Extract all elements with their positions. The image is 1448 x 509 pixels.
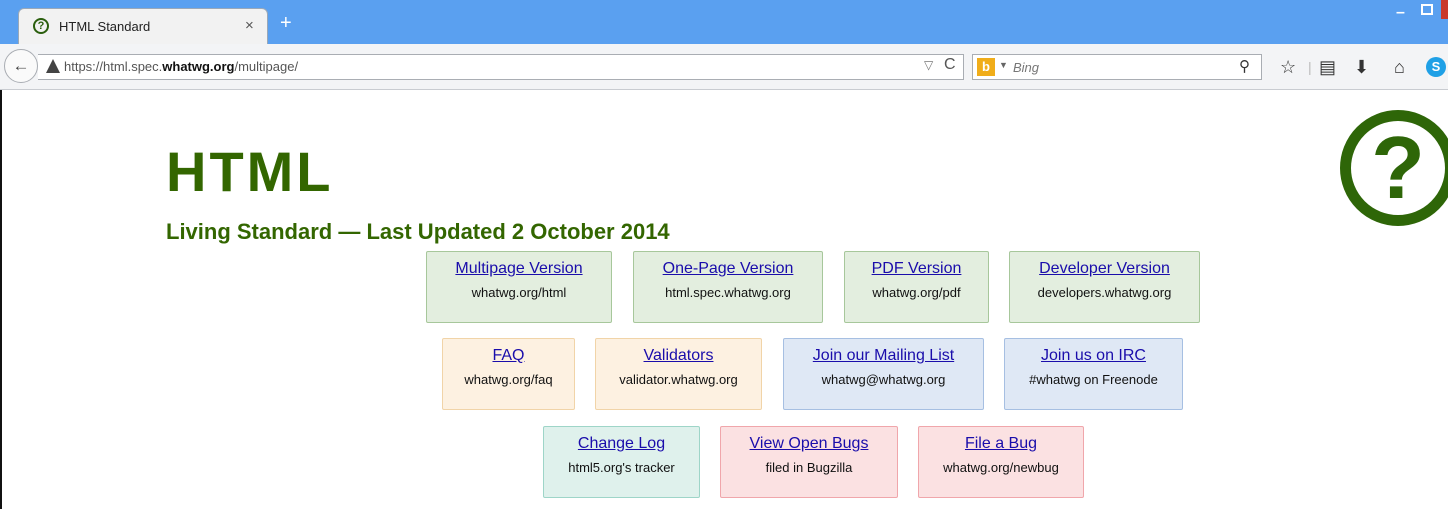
link-box-pdf: PDF Version whatwg.org/pdf	[844, 251, 989, 323]
link-box-multipage: Multipage Version whatwg.org/html	[426, 251, 612, 323]
reading-list-icon[interactable]: ▤	[1319, 58, 1336, 76]
link-box-change-log: Change Log html5.org's tracker	[543, 426, 700, 498]
page-title: HTML	[166, 140, 334, 203]
link-box-file-bug: File a Bug whatwg.org/newbug	[918, 426, 1084, 498]
mailing-list-link[interactable]: Join our Mailing List	[784, 347, 983, 365]
link-box-subtitle: whatwg.org/pdf	[872, 285, 961, 300]
toolbar-separator: |	[1308, 59, 1312, 75]
home-icon[interactable]: ⌂	[1394, 58, 1405, 76]
warning-icon[interactable]	[46, 59, 60, 73]
tab-title: HTML Standard	[59, 19, 151, 34]
url-history-dropdown-icon[interactable]: ▽	[924, 58, 933, 72]
tab-strip: ? HTML Standard × + –	[0, 0, 1448, 46]
link-box-subtitle: filed in Bugzilla	[765, 460, 853, 475]
url-bar[interactable]: https://html.spec.whatwg.org/multipage/ …	[38, 54, 964, 80]
tab-close-icon[interactable]: ×	[245, 17, 254, 34]
change-log-link[interactable]: Change Log	[544, 435, 699, 453]
file-a-bug-link[interactable]: File a Bug	[919, 435, 1083, 453]
window-edge	[0, 90, 2, 509]
multipage-version-link[interactable]: Multipage Version	[427, 260, 611, 278]
download-icon[interactable]: ⬇	[1354, 58, 1369, 76]
view-open-bugs-link[interactable]: View Open Bugs	[721, 435, 897, 453]
back-button[interactable]: ←	[4, 49, 38, 83]
link-box-validators: Validators validator.whatwg.org	[595, 338, 762, 410]
link-box-subtitle: html.spec.whatwg.org	[665, 285, 791, 300]
link-box-open-bugs: View Open Bugs filed in Bugzilla	[720, 426, 898, 498]
faq-link[interactable]: FAQ	[443, 347, 574, 365]
link-box-subtitle: html5.org's tracker	[568, 460, 675, 475]
validators-link[interactable]: Validators	[596, 347, 761, 365]
tab-html-standard[interactable]: ? HTML Standard ×	[18, 8, 268, 46]
link-box-subtitle: developers.whatwg.org	[1037, 285, 1172, 300]
search-input[interactable]: Bing	[1013, 60, 1039, 75]
link-box-irc: Join us on IRC #whatwg on Freenode	[1004, 338, 1183, 410]
reload-icon[interactable]: C	[944, 56, 956, 74]
link-box-subtitle: whatwg.org/newbug	[943, 460, 1059, 475]
close-window-button[interactable]	[1441, 0, 1448, 19]
skype-icon[interactable]: S	[1426, 57, 1446, 77]
url-text[interactable]: https://html.spec.whatwg.org/multipage/	[64, 59, 298, 74]
link-box-one-page: One-Page Version html.spec.whatwg.org	[633, 251, 823, 323]
whatwg-favicon-icon: ?	[33, 18, 49, 34]
maximize-button[interactable]	[1421, 4, 1433, 15]
bookmark-star-icon[interactable]: ☆	[1280, 58, 1296, 76]
link-box-subtitle: whatwg.org/faq	[464, 372, 553, 387]
link-box-subtitle: #whatwg on Freenode	[1029, 372, 1158, 387]
link-box-subtitle: validator.whatwg.org	[619, 372, 738, 387]
link-box-subtitle: whatwg.org/html	[471, 285, 567, 300]
developer-version-link[interactable]: Developer Version	[1010, 260, 1199, 278]
navigation-toolbar: https://html.spec.whatwg.org/multipage/ …	[0, 44, 1448, 90]
search-icon[interactable]: ⚲	[1239, 57, 1250, 75]
bing-icon[interactable]: b	[977, 58, 995, 76]
one-page-version-link[interactable]: One-Page Version	[634, 260, 822, 278]
minimize-button[interactable]: –	[1396, 4, 1405, 22]
new-tab-button[interactable]: +	[280, 13, 292, 33]
whatwg-logo-icon: ?	[1340, 110, 1448, 226]
irc-link[interactable]: Join us on IRC	[1005, 347, 1182, 365]
engine-dropdown-icon[interactable]: ▼	[999, 60, 1008, 70]
pdf-version-link[interactable]: PDF Version	[845, 260, 988, 278]
search-bar[interactable]: b ▼ Bing ⚲	[972, 54, 1262, 80]
page-subtitle: Living Standard — Last Updated 2 October…	[166, 219, 670, 244]
link-box-faq: FAQ whatwg.org/faq	[442, 338, 575, 410]
link-box-subtitle: whatwg@whatwg.org	[821, 372, 946, 387]
link-box-mailing-list: Join our Mailing List whatwg@whatwg.org	[783, 338, 984, 410]
link-box-developer: Developer Version developers.whatwg.org	[1009, 251, 1200, 323]
back-arrow-icon: ←	[12, 56, 30, 75]
